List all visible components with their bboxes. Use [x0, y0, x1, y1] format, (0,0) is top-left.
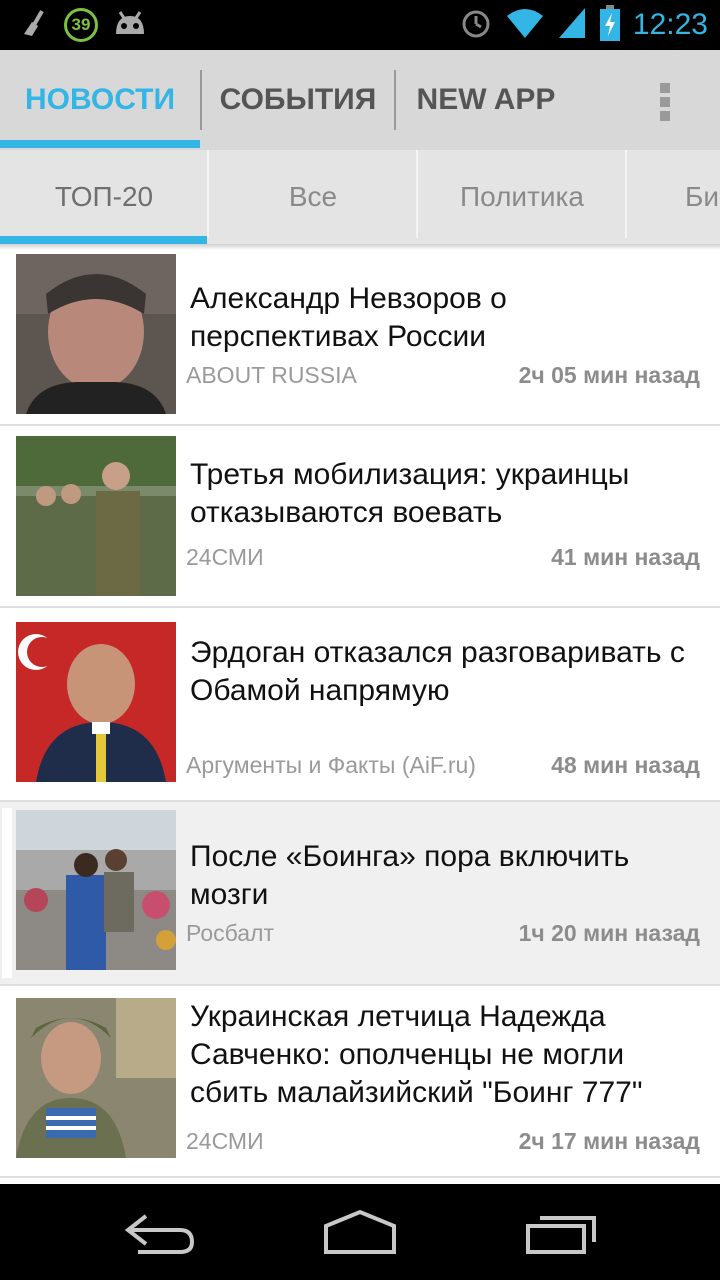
news-thumbnail: [16, 622, 176, 782]
active-subtab-indicator: [0, 236, 207, 244]
navigation-bar: [0, 1184, 720, 1280]
signal-icon: [557, 6, 587, 45]
news-item[interactable]: После «Боинга» пора включить мозги Росба…: [0, 802, 720, 986]
news-source: Аргументы и Факты (AiF.ru): [186, 752, 476, 778]
news-item[interactable]: Александр Невзоров о перспективах России…: [0, 250, 720, 426]
back-icon[interactable]: [120, 1204, 200, 1260]
news-time: 48 мин назад: [551, 752, 700, 778]
news-time: 1ч 20 мин назад: [518, 920, 700, 946]
news-item[interactable]: Эрдоган отказался разговаривать с Обамой…: [0, 608, 720, 802]
news-time: 41 мин назад: [551, 544, 700, 570]
recent-apps-icon[interactable]: [524, 1204, 604, 1260]
news-title: После «Боинга» пора включить мозги: [190, 840, 630, 911]
news-thumbnail: [16, 254, 176, 414]
subtab-politics[interactable]: Политика: [418, 150, 626, 244]
alarm-icon: [459, 6, 493, 45]
news-item[interactable]: Третья мобилизация: украинцы отказываютс…: [0, 426, 720, 608]
news-source: 24СМИ: [186, 544, 264, 570]
active-tab-indicator: [0, 140, 200, 148]
news-time: 2ч 05 мин назад: [518, 362, 700, 388]
wifi-icon: [505, 6, 545, 45]
notification-badge-icon: 39: [64, 8, 98, 42]
status-bar: 39 12:23: [0, 0, 720, 50]
category-tab-bar: ТОП-20 Все Политика Би: [0, 150, 720, 244]
top-tab-bar: НОВОСТИ СОБЫТИЯ NEW APP: [0, 50, 720, 150]
battery-charging-icon: [599, 4, 621, 46]
news-source: 24СМИ: [186, 1128, 264, 1154]
news-thumbnail: [16, 436, 176, 596]
android-icon: [112, 8, 148, 43]
home-icon[interactable]: [320, 1204, 400, 1260]
news-time: 2ч 17 мин назад: [518, 1128, 700, 1154]
news-title: Украинская летчица Надежда Савченко: опо…: [190, 1000, 643, 1109]
cleaner-icon: [20, 8, 50, 43]
subtab-all[interactable]: Все: [209, 150, 417, 244]
news-thumbnail: [16, 998, 176, 1158]
news-title: Третья мобилизация: украинцы отказываютс…: [190, 458, 630, 529]
news-item[interactable]: Украинская летчица Надежда Савченко: опо…: [0, 986, 720, 1178]
subtab-top20[interactable]: ТОП-20: [0, 150, 208, 244]
tab-news[interactable]: НОВОСТИ: [0, 50, 200, 150]
tab-events[interactable]: СОБЫТИЯ: [202, 50, 394, 150]
news-thumbnail: [16, 810, 176, 970]
news-title: Эрдоган отказался разговаривать с Обамой…: [190, 636, 685, 707]
news-source: Росбалт: [186, 920, 275, 946]
clock: 12:23: [632, 8, 708, 41]
news-title: Александр Невзоров о перспективах России: [190, 282, 507, 353]
news-source: ABOUT RUSSIA: [186, 362, 357, 388]
overflow-menu-icon[interactable]: [650, 80, 680, 124]
subtab-business[interactable]: Би: [627, 150, 720, 244]
tab-new-app[interactable]: NEW APP: [396, 50, 576, 150]
